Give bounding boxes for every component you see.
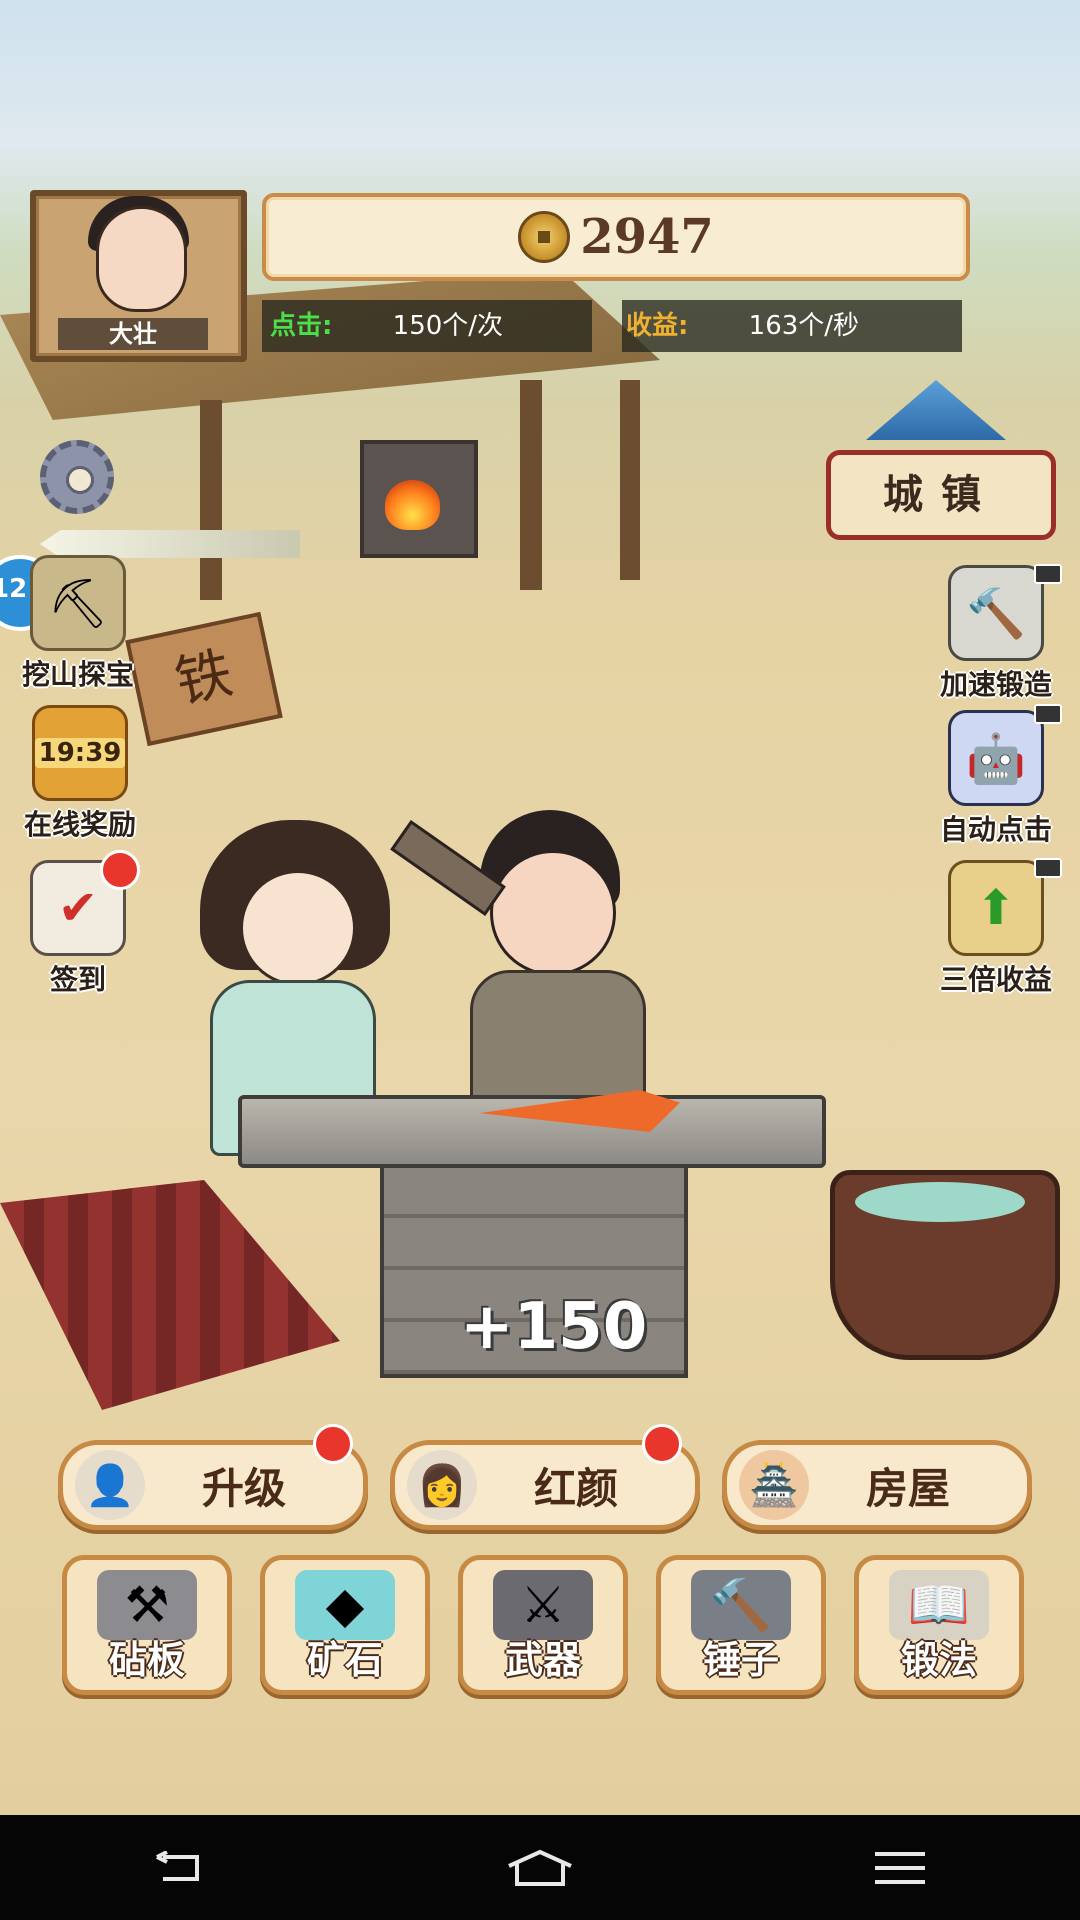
upgrade-badge [313,1424,353,1464]
technique-tool-label: 锻法 [900,1637,977,1682]
click-stat-value: 150个/次 [392,311,504,341]
video-ad-icon [1034,704,1062,724]
beauty-badge [642,1424,682,1464]
back-icon[interactable] [120,1828,240,1908]
triple-income-button[interactable]: ⬆ 三倍收益 [926,860,1066,998]
ore-tool-label: 矿石 [306,1637,383,1682]
player-avatar[interactable]: 大壮 [30,190,247,362]
hammer-tool-button[interactable]: 🔨 锤子 [656,1555,826,1695]
online-reward-timer: 19:39 [34,738,126,768]
checkin-label: 签到 [49,963,106,996]
blacksmith-avatar-icon: 👤 [75,1450,145,1520]
settings-gear-icon[interactable] [40,440,114,514]
coin-value: 2947 [580,209,714,265]
hut-post [200,400,222,600]
auto-click-label: 自动点击 [939,813,1052,846]
dig-treasure-button[interactable]: ⛏ 挖山探宝 [8,555,148,693]
pagoda-icon [866,380,1006,440]
boy-face [490,850,616,976]
robot-icon: 🤖 [948,710,1044,806]
auto-click-button[interactable]: 🤖 自动点击 [926,710,1066,848]
online-reward-button[interactable]: 19:39 在线奖励 [10,705,150,843]
house-tab[interactable]: 🏯 房屋 [722,1440,1032,1530]
weapon-rack [0,1180,340,1410]
house-tab-label: 房屋 [865,1463,950,1513]
speed-forge-label: 加速锻造 [939,668,1052,701]
coin-icon [518,211,571,263]
dig-treasure-label: 挖山探宝 [21,658,134,691]
click-stat: 点击: 150个/次 [262,300,592,352]
treasure-icon: 19:39 [32,705,128,801]
game-scene[interactable]: 铁 大壮 2947 点击: 150个/次 收益: 163个/秒 12+ ⛏ 挖山… [0,0,1080,1815]
income-stat-value: 163个/秒 [748,311,860,341]
anvil-tool-label: 砧板 [108,1637,185,1682]
triple-income-label: 三倍收益 [939,963,1052,996]
quench-water [855,1182,1025,1222]
menu-icon[interactable] [840,1828,960,1908]
anvil-tool-button[interactable]: ⚒ 砧板 [62,1555,232,1695]
speed-forge-button[interactable]: 🔨 加速锻造 [926,565,1066,703]
hut-post [620,380,640,580]
pickaxe-icon: ⛏ [30,555,126,651]
home-icon[interactable] [480,1828,600,1908]
girl-face [240,870,356,986]
weapon-tool-button[interactable]: ⚔ 武器 [458,1555,628,1695]
income-stat-label: 收益: [626,311,689,341]
ore-tool-button[interactable]: ◆ 矿石 [260,1555,430,1695]
technique-tool-button[interactable]: 📖 锻法 [854,1555,1024,1695]
gain-popup: +150 [460,1290,648,1364]
blacksmith-character[interactable] [440,810,660,1146]
forge-fire [385,480,440,530]
player-name: 大壮 [58,318,208,350]
system-nav-bar [0,1815,1080,1920]
hut-post [520,380,542,590]
avatar-face [96,206,187,312]
town-label: 城镇 [826,450,1056,540]
hammer-tool-label: 锤子 [702,1637,779,1682]
income-stat: 收益: 163个/秒 [622,300,962,352]
sword-decoration [40,530,300,558]
weapon-tool-label: 武器 [504,1637,581,1682]
town-button[interactable]: 城镇 [826,380,1056,540]
click-stat-label: 点击: [270,311,333,341]
online-reward-label: 在线奖励 [23,808,136,841]
companion-avatar-icon: 👩 [407,1450,477,1520]
coin-counter: 2947 [262,193,970,281]
checkin-badge [100,850,140,890]
hammer-icon: 🔨 [948,565,1044,661]
coin-boost-icon: ⬆ [948,860,1044,956]
house-icon: 🏯 [739,1450,809,1520]
video-ad-icon [1034,564,1062,584]
video-ad-icon [1034,858,1062,878]
